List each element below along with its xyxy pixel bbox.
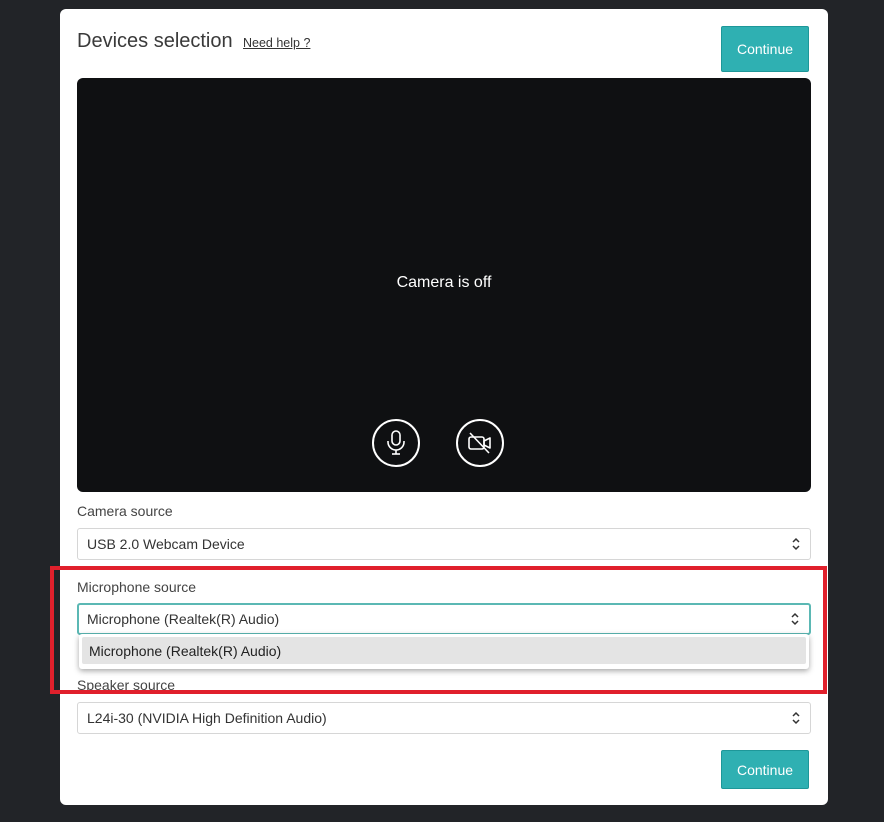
camera-source-label: Camera source: [77, 503, 173, 519]
camera-toggle-button[interactable]: [456, 419, 504, 467]
chevron-up-down-icon: [792, 537, 800, 551]
microphone-source-dropdown: Microphone (Realtek(R) Audio): [79, 634, 809, 669]
camera-off-icon: [468, 432, 491, 454]
microphone-option-realtek[interactable]: Microphone (Realtek(R) Audio): [82, 637, 806, 664]
camera-source-value: USB 2.0 Webcam Device: [87, 536, 245, 552]
speaker-source-label: Speaker source: [77, 677, 176, 693]
speaker-source-value: L24i-30 (NVIDIA High Definition Audio): [87, 710, 327, 726]
speaker-source-select[interactable]: L24i-30 (NVIDIA High Definition Audio): [77, 702, 811, 734]
chevron-up-down-icon: [792, 711, 800, 725]
devices-selection-dialog: Devices selection Need help ? Continue C…: [60, 9, 828, 805]
chevron-up-down-icon: [791, 612, 799, 626]
camera-off-text: Camera is off: [396, 274, 492, 291]
camera-source-select[interactable]: USB 2.0 Webcam Device: [77, 528, 811, 560]
microphone-source-label: Microphone source: [77, 579, 197, 595]
microphone-source-select[interactable]: Microphone (Realtek(R) Audio): [77, 603, 811, 635]
camera-preview: Camera is off: [77, 78, 811, 492]
microphone-source-value: Microphone (Realtek(R) Audio): [87, 611, 280, 627]
dialog-title: Devices selection: [77, 30, 233, 52]
need-help-link[interactable]: Need help ?: [243, 36, 310, 50]
continue-button-bottom[interactable]: Continue: [721, 750, 809, 789]
microphone-toggle-button[interactable]: [372, 419, 420, 467]
microphone-icon: [387, 430, 405, 455]
continue-button-top[interactable]: Continue: [721, 26, 809, 72]
